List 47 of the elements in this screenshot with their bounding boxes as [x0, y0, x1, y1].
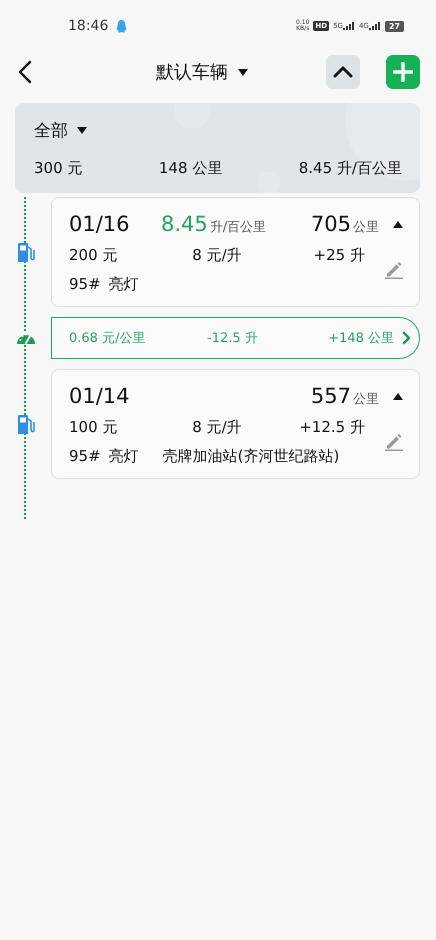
fuel-used: -12.5 升 — [207, 330, 259, 347]
edit-icon[interactable] — [385, 433, 403, 451]
total-cost: 300 元 — [34, 159, 82, 178]
consumption-value: 8.45 — [161, 212, 208, 236]
refuel-card[interactable]: 01/16 8.45 升/百公里 705 公里 200 元 8 元/升 +25 升 95# 亮灯 — [51, 197, 420, 307]
fuel-grade: 95# — [69, 447, 101, 466]
refuel-amount: 200 元 — [69, 246, 118, 265]
dropdown-caret-icon — [77, 127, 87, 134]
refuel-amount: 100 元 — [69, 418, 118, 437]
refuel-date: 01/14 — [69, 384, 131, 408]
cost-per-km: 0.68 元/公里 — [69, 330, 146, 347]
notification-icon — [116, 20, 128, 32]
expand-caret-icon[interactable] — [393, 220, 403, 228]
expand-caret-icon[interactable] — [393, 392, 403, 400]
fuel-grade: 95# — [69, 275, 101, 294]
fuel-pump-icon — [16, 414, 34, 434]
average-consumption: 8.45 升/百公里 — [298, 159, 402, 178]
fuel-volume: +12.5 升 — [298, 418, 365, 437]
battery-indicator: 27 — [384, 20, 404, 32]
refuel-card[interactable]: 01/14 557 公里 100 元 8 元/升 +12.5 升 95# 亮灯 壳牌加油站(齐河世纪路站) — [51, 369, 420, 479]
signal-icon — [368, 22, 381, 30]
consumption-unit: 升/百公里 — [210, 219, 266, 236]
signal-icon — [342, 22, 355, 30]
fuel-pump-icon — [16, 242, 34, 262]
plus-icon — [393, 62, 413, 82]
odometer-unit: 公里 — [353, 219, 379, 236]
filter-dropdown[interactable]: 全部 — [34, 119, 87, 142]
status-time: 18:46 — [68, 18, 108, 34]
refuel-date: 01/16 — [69, 212, 131, 236]
odometer-value: 705 — [310, 212, 351, 236]
warning-light-tag: 亮灯 — [108, 275, 139, 294]
odometer-unit: 公里 — [353, 391, 379, 408]
trip-distance: +148 公里 — [328, 330, 394, 347]
fuel-price: 8 元/升 — [191, 246, 243, 265]
warning-light-tag: 亮灯 — [108, 447, 139, 466]
odometer-value: 557 — [310, 384, 351, 408]
dropdown-caret-icon — [238, 68, 248, 76]
vehicle-selector[interactable]: 默认车辆 — [118, 60, 286, 84]
add-button[interactable] — [386, 55, 420, 89]
fuel-volume: +25 升 — [312, 246, 365, 265]
collapse-button[interactable] — [326, 55, 360, 89]
edit-icon[interactable] — [385, 261, 403, 279]
chevron-right-icon — [402, 331, 411, 345]
gas-station-name: 壳牌加油站(齐河世纪路站) — [162, 447, 340, 466]
chevron-up-icon — [333, 66, 353, 78]
fuel-price: 8 元/升 — [191, 418, 243, 437]
total-distance: 148 公里 — [158, 159, 222, 178]
